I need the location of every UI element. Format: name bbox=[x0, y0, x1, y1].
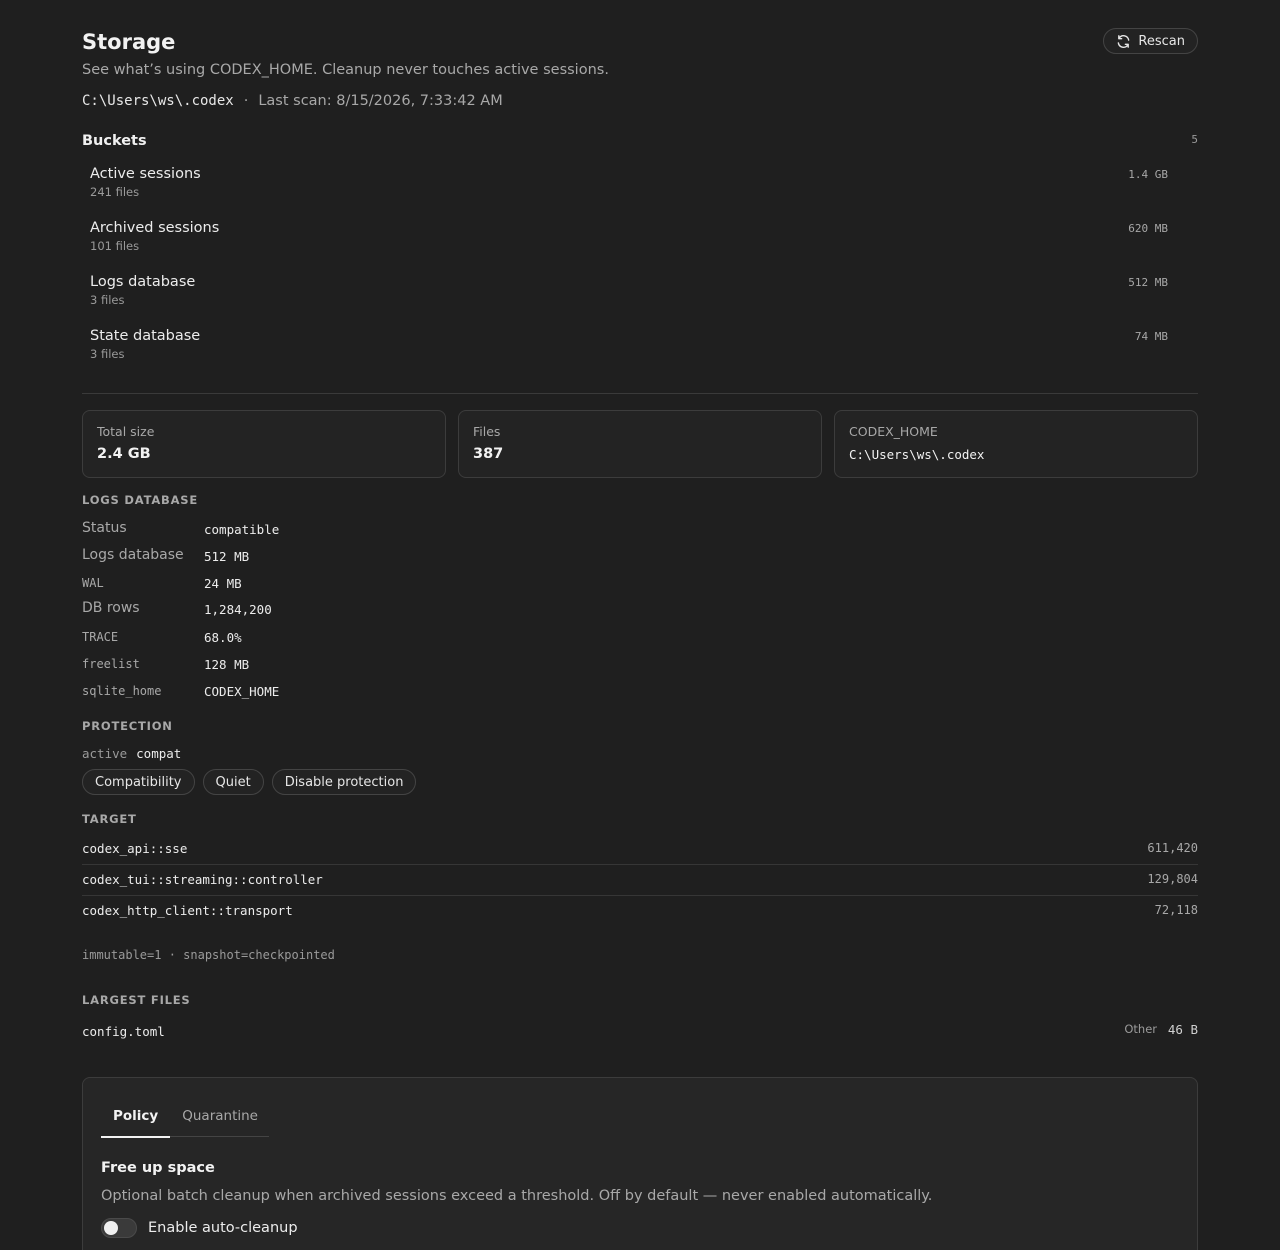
disable-protection-button[interactable]: Disable protection bbox=[271, 769, 417, 795]
rescan-button[interactable]: Rescan bbox=[1103, 28, 1198, 54]
kv-freelist: freelist 128 MB bbox=[82, 655, 482, 675]
buckets-count: 5 bbox=[1191, 133, 1198, 146]
target-count: 129,804 bbox=[1147, 872, 1198, 886]
kv-logs-database: Logs database 512 MB bbox=[82, 547, 482, 567]
free-up-space-title: Free up space bbox=[101, 1160, 215, 1176]
kv-trace: TRACE 68.0% bbox=[82, 628, 482, 648]
protection-active: active compat bbox=[82, 746, 181, 761]
bucket-size: 1.4 GB bbox=[1128, 168, 1168, 181]
target-row: codex_http_client::transport 72,118 bbox=[82, 896, 1198, 927]
bucket-name: Archived sessions bbox=[90, 220, 220, 236]
quiet-button[interactable]: Quiet bbox=[202, 769, 264, 795]
bucket-files: 3 files bbox=[90, 293, 125, 307]
refresh-icon bbox=[1118, 34, 1130, 48]
active-mode: compat bbox=[136, 746, 182, 761]
stat-files: Files 387 bbox=[458, 410, 822, 478]
page-subtitle: See what’s using CODEX_HOME. Cleanup nev… bbox=[82, 62, 609, 78]
kv-key: Logs database bbox=[82, 547, 184, 563]
target-name: codex_tui::streaming::controller bbox=[82, 872, 323, 887]
bucket-name: Logs database bbox=[90, 274, 196, 290]
kv-value: 512 MB bbox=[204, 549, 250, 564]
tab-quarantine[interactable]: Quarantine bbox=[170, 1096, 270, 1137]
largest-files-title: LARGEST FILES bbox=[82, 993, 191, 1007]
tab-policy[interactable]: Policy bbox=[101, 1096, 171, 1138]
toggle-knob bbox=[104, 1221, 118, 1235]
stat-label: Total size bbox=[97, 424, 155, 439]
file-name: config.toml bbox=[82, 1024, 165, 1039]
cleanup-panel: Policy Quarantine Free up space Optional… bbox=[82, 1077, 1198, 1250]
kv-key: TRACE bbox=[82, 630, 119, 644]
kv-value: CODEX_HOME bbox=[204, 684, 280, 699]
stat-total-size: Total size 2.4 GB bbox=[82, 410, 446, 478]
kv-value: 1,284,200 bbox=[204, 602, 272, 617]
buckets-title: Buckets bbox=[82, 133, 147, 149]
target-row: codex_tui::streaming::controller 129,804 bbox=[82, 865, 1198, 896]
largest-file-row: config.toml Other 46 B bbox=[82, 1021, 1198, 1040]
target-row: codex_api::sse 611,420 bbox=[82, 834, 1198, 865]
target-name: codex_http_client::transport bbox=[82, 903, 293, 918]
target-count: 611,420 bbox=[1147, 841, 1198, 855]
target-name: codex_api::sse bbox=[82, 841, 188, 856]
kv-key: WAL bbox=[82, 576, 104, 590]
kv-value: 24 MB bbox=[204, 576, 242, 591]
kv-value: compatible bbox=[204, 522, 280, 537]
compatibility-button[interactable]: Compatibility bbox=[82, 769, 195, 795]
page-title: Storage bbox=[82, 30, 176, 54]
kv-key: DB rows bbox=[82, 600, 140, 616]
kv-key: Status bbox=[82, 520, 127, 536]
bucket-row[interactable]: State database 3 files 74 MB bbox=[90, 328, 1168, 361]
kv-wal: WAL 24 MB bbox=[82, 574, 482, 594]
file-category: Other bbox=[1124, 1022, 1157, 1036]
protection-title: PROTECTION bbox=[82, 719, 173, 733]
kv-status: Status compatible bbox=[82, 520, 482, 540]
auto-cleanup-toggle[interactable] bbox=[101, 1218, 137, 1238]
target-count: 72,118 bbox=[1154, 903, 1198, 917]
panel-tabs: Policy Quarantine bbox=[101, 1096, 270, 1138]
protection-buttons: Compatibility Quiet Disable protection bbox=[82, 769, 417, 795]
kv-key: sqlite_home bbox=[82, 684, 162, 698]
bucket-name: Active sessions bbox=[90, 166, 201, 182]
bucket-row[interactable]: Archived sessions 101 files 620 MB bbox=[90, 220, 1168, 253]
rescan-label: Rescan bbox=[1138, 33, 1185, 49]
bucket-row[interactable]: Active sessions 241 files 1.4 GB bbox=[90, 166, 1168, 199]
target-meta: immutable=1 · snapshot=checkpointed bbox=[82, 948, 335, 962]
kv-value: 68.0% bbox=[204, 630, 242, 645]
bucket-files: 101 files bbox=[90, 239, 140, 253]
kv-sqlite-home: sqlite_home CODEX_HOME bbox=[82, 682, 482, 702]
stat-label: CODEX_HOME bbox=[849, 424, 938, 439]
buckets-header: Buckets 5 bbox=[82, 130, 1198, 149]
auto-cleanup-row: Enable auto-cleanup bbox=[101, 1218, 298, 1238]
bucket-name: State database bbox=[90, 328, 201, 344]
scan-info: C:\Users\ws\.codex · Last scan: 8/15/202… bbox=[82, 93, 503, 109]
bucket-size: 512 MB bbox=[1128, 276, 1168, 289]
bucket-size: 74 MB bbox=[1134, 330, 1168, 343]
codex-home-path: C:\Users\ws\.codex bbox=[82, 93, 234, 109]
auto-cleanup-label: Enable auto-cleanup bbox=[148, 1220, 298, 1236]
bucket-files: 241 files bbox=[90, 185, 140, 199]
stat-value: C:\Users\ws\.codex bbox=[849, 447, 985, 462]
bucket-row[interactable]: Logs database 3 files 512 MB bbox=[90, 274, 1168, 307]
section-divider bbox=[82, 393, 1198, 394]
logs-database-title: LOGS DATABASE bbox=[82, 493, 199, 507]
target-title: TARGET bbox=[82, 812, 137, 826]
kv-key: freelist bbox=[82, 657, 140, 671]
stat-label: Files bbox=[473, 424, 501, 439]
kv-db-rows: DB rows 1,284,200 bbox=[82, 600, 482, 620]
separator: · bbox=[243, 93, 249, 109]
file-size: 46 B bbox=[1167, 1022, 1198, 1037]
stat-codex-home: CODEX_HOME C:\Users\ws\.codex bbox=[834, 410, 1198, 478]
bucket-size: 620 MB bbox=[1128, 222, 1168, 235]
active-label: active bbox=[82, 746, 128, 761]
last-scan: Last scan: 8/15/2026, 7:33:42 AM bbox=[258, 93, 503, 109]
kv-value: 128 MB bbox=[204, 657, 250, 672]
free-up-space-description: Optional batch cleanup when archived ses… bbox=[101, 1188, 933, 1204]
stat-value: 387 bbox=[473, 446, 504, 462]
stat-value: 2.4 GB bbox=[97, 446, 151, 462]
bucket-files: 3 files bbox=[90, 347, 125, 361]
